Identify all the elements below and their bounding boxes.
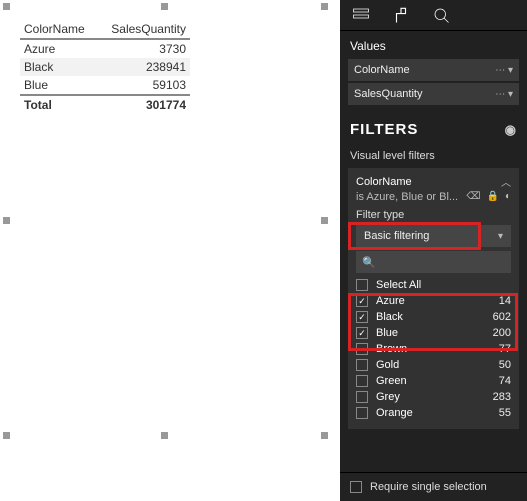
filter-item-label: Green	[376, 375, 499, 387]
filter-item[interactable]: Orange55	[356, 405, 511, 421]
filter-item-label: Black	[376, 311, 493, 323]
filter-item-label: Grey	[376, 391, 493, 403]
fields-tab-icon[interactable]	[350, 6, 372, 24]
checkbox[interactable]	[356, 327, 368, 339]
filter-item-count: 14	[499, 295, 511, 307]
format-panel: Values ColorName ⋯ ▾ SalesQuantity ⋯ ▾ F…	[340, 0, 527, 501]
table-row[interactable]: Blue59103	[20, 76, 190, 94]
checkbox[interactable]	[356, 311, 368, 323]
filter-item[interactable]: Gold50	[356, 357, 511, 373]
filter-item[interactable]: Azure14	[356, 293, 511, 309]
field-colorname[interactable]: ColorName ⋯ ▾	[348, 59, 519, 81]
chevron-down-icon[interactable]: ⋯ ▾	[495, 89, 513, 100]
search-icon: 🔍	[362, 256, 376, 269]
filter-item-label: Orange	[376, 407, 499, 419]
resize-handle[interactable]	[161, 432, 168, 439]
require-single-label: Require single selection	[370, 481, 487, 493]
collapse-icon[interactable]: ︿	[501, 174, 511, 189]
col-header-salesqty[interactable]: SalesQuantity	[100, 20, 190, 38]
table-row[interactable]: Black238941	[20, 58, 190, 76]
checkbox[interactable]	[356, 279, 368, 291]
field-label: ColorName	[354, 64, 410, 76]
require-single-row[interactable]: Require single selection	[340, 472, 527, 501]
filter-item[interactable]: Blue200	[356, 325, 511, 341]
filter-item-count: 50	[499, 359, 511, 371]
cell-qty: 59103	[100, 76, 190, 94]
filter-item-count: 55	[499, 407, 511, 419]
resize-handle[interactable]	[161, 3, 168, 10]
cell-name: Black	[20, 58, 100, 76]
filter-item[interactable]: Select All	[356, 277, 511, 293]
resize-handle[interactable]	[3, 217, 10, 224]
checkbox[interactable]	[356, 407, 368, 419]
visual-filters-label: Visual level filters	[340, 144, 527, 168]
filter-search[interactable]: 🔍	[356, 251, 511, 273]
cell-qty: 238941	[100, 58, 190, 76]
chevron-down-icon: ▾	[498, 231, 503, 242]
checkbox[interactable]	[356, 359, 368, 371]
values-label: Values	[340, 31, 527, 57]
dropdown-value: Basic filtering	[364, 230, 429, 242]
filter-item-count: 74	[499, 375, 511, 387]
cell-name: Blue	[20, 76, 100, 94]
clear-filter-icon[interactable]: ⌫	[466, 191, 480, 202]
panel-tabs	[340, 0, 527, 31]
filter-item[interactable]: Grey283	[356, 389, 511, 405]
require-single-checkbox[interactable]	[350, 481, 362, 493]
filter-item[interactable]: Green74	[356, 373, 511, 389]
filter-card-title: ColorName	[356, 176, 412, 188]
table-visual[interactable]: ColorName SalesQuantity Azure3730Black23…	[6, 6, 324, 436]
filter-item-label: Select All	[376, 279, 511, 291]
filter-item-count: 283	[493, 391, 511, 403]
filter-item-label: Azure	[376, 295, 499, 307]
resize-handle[interactable]	[3, 3, 10, 10]
filter-item-count: 200	[493, 327, 511, 339]
checkbox[interactable]	[356, 391, 368, 403]
filter-item-count: 77	[499, 343, 511, 355]
data-table: ColorName SalesQuantity Azure3730Black23…	[20, 20, 190, 114]
analytics-tab-icon[interactable]	[430, 6, 452, 24]
filter-card-colorname: ColorName ︿ is Azure, Blue or Bl... ⌫ 🔒 …	[348, 168, 519, 429]
filter-item-label: Gold	[376, 359, 499, 371]
checkbox[interactable]	[356, 375, 368, 387]
filter-item[interactable]: Brown77	[356, 341, 511, 357]
filter-summary: is Azure, Blue or Bl...	[356, 191, 458, 203]
checkbox[interactable]	[356, 343, 368, 355]
cell-qty: 3730	[100, 40, 190, 58]
filter-type-dropdown[interactable]: Basic filtering ▾	[356, 225, 511, 247]
filter-type-label: Filter type	[356, 209, 511, 221]
format-tab-icon[interactable]	[390, 6, 412, 24]
col-header-colorname[interactable]: ColorName	[20, 20, 100, 38]
field-salesqty[interactable]: SalesQuantity ⋯ ▾	[348, 83, 519, 105]
show-filters-icon[interactable]: ◉	[505, 122, 517, 138]
filters-header: FILTERS	[350, 121, 418, 138]
total-value: 301774	[100, 96, 190, 114]
checkbox[interactable]	[356, 295, 368, 307]
total-label: Total	[20, 96, 100, 114]
cell-name: Azure	[20, 40, 100, 58]
resize-handle[interactable]	[321, 432, 328, 439]
field-label: SalesQuantity	[354, 88, 422, 100]
resize-handle[interactable]	[321, 3, 328, 10]
chevron-down-icon[interactable]: ⋯ ▾	[495, 65, 513, 76]
filter-item-label: Brown	[376, 343, 499, 355]
resize-handle[interactable]	[321, 217, 328, 224]
table-row[interactable]: Azure3730	[20, 40, 190, 58]
filter-items: Select AllAzure14Black602Blue200Brown77G…	[356, 277, 511, 421]
filter-item[interactable]: Black602	[356, 309, 511, 325]
lock-filter-icon[interactable]: 🔒	[487, 191, 499, 202]
resize-handle[interactable]	[3, 432, 10, 439]
filter-item-label: Blue	[376, 327, 493, 339]
hide-filter-icon[interactable]: ◐	[505, 191, 511, 202]
filter-item-count: 602	[493, 311, 511, 323]
